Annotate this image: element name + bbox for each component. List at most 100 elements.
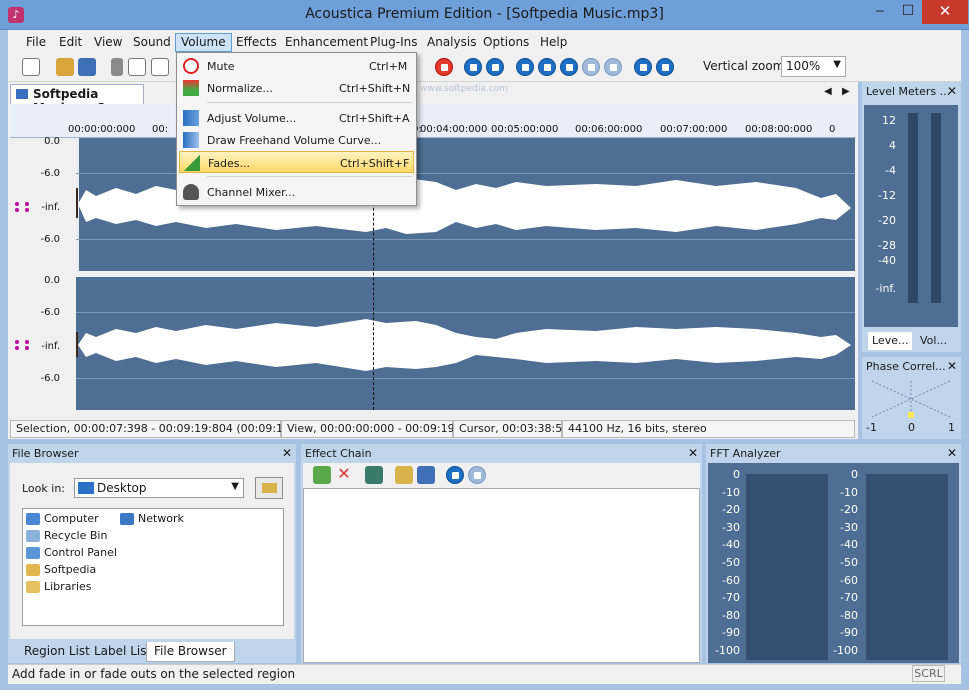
meter-scale-label: 12: [882, 114, 896, 127]
play-icon[interactable]: [516, 58, 534, 76]
remove-effect-icon[interactable]: ✕: [335, 466, 353, 484]
list-item[interactable]: Computer: [26, 512, 99, 525]
stop-chain-icon[interactable]: [468, 466, 486, 484]
db-label: -6.0: [40, 307, 60, 318]
waveform-icon: [16, 89, 28, 99]
close-button[interactable]: ✕: [922, 0, 968, 24]
recycle-bin-icon: [26, 530, 40, 542]
vertical-zoom-select[interactable]: 100% ▼: [781, 56, 846, 77]
ruler-label: 0: [829, 124, 836, 135]
go-to-start-icon[interactable]: [464, 58, 482, 76]
mute-icon: [183, 58, 199, 74]
fft-scale-label: -50: [840, 556, 858, 569]
up-folder-button[interactable]: [255, 477, 283, 499]
close-icon[interactable]: ✕: [947, 359, 957, 373]
tab-file-browser[interactable]: File Browser: [146, 642, 235, 662]
fft-scale-label: 0: [733, 468, 740, 481]
db-label: -6.0: [40, 373, 60, 384]
open-folder-icon[interactable]: [56, 58, 74, 76]
menu-plugins[interactable]: Plug-Ins: [364, 33, 424, 52]
menu-help[interactable]: Help: [534, 33, 573, 52]
ruler-label: 00:08:00:000: [745, 124, 813, 135]
menu-file[interactable]: File: [20, 33, 52, 52]
db-label: -6.0: [40, 234, 60, 245]
volume-curve-icon: [183, 132, 199, 148]
save-chain-icon[interactable]: [417, 466, 435, 484]
menu-item-adjust-volume[interactable]: Adjust Volume... Ctrl+Shift+A: [179, 107, 414, 129]
folder-up-icon: [262, 483, 277, 493]
document-tab[interactable]: Softpedia Music.mp3: [10, 84, 144, 115]
record-icon[interactable]: [435, 58, 453, 76]
fft-scale-label: -100: [715, 644, 740, 657]
close-icon[interactable]: ✕: [282, 446, 292, 460]
list-item[interactable]: Recycle Bin: [26, 529, 107, 542]
menu-effects[interactable]: Effects: [230, 33, 283, 52]
fft-scale-label: -30: [840, 520, 858, 534]
format-info: 44100 Hz, 16 bits, stereo: [562, 420, 855, 438]
close-icon[interactable]: ✕: [947, 446, 957, 460]
move-effect-icon[interactable]: [365, 466, 383, 484]
menu-item-fades[interactable]: Fades... Ctrl+Shift+F: [179, 151, 414, 173]
list-item[interactable]: Libraries: [26, 580, 92, 593]
close-icon[interactable]: ✕: [947, 84, 957, 98]
paste-icon[interactable]: [151, 58, 169, 76]
file-list[interactable]: Computer Network Recycle Bin Control Pan…: [22, 508, 284, 626]
open-chain-icon[interactable]: [395, 466, 413, 484]
maximize-button[interactable]: ☐: [892, 0, 924, 24]
channel-mixer-icon: [183, 184, 199, 200]
menu-item-volume-curve[interactable]: Draw Freehand Volume Curve...: [179, 129, 414, 151]
menu-item-channel-mixer[interactable]: Channel Mixer...: [179, 181, 414, 203]
close-icon[interactable]: ✕: [688, 446, 698, 460]
meter-scale-label: -40: [878, 254, 896, 267]
tab-scroll-left-icon[interactable]: ◀: [824, 86, 832, 97]
effect-chain-list[interactable]: [303, 488, 700, 663]
menu-analysis[interactable]: Analysis: [421, 33, 482, 52]
menu-options[interactable]: Options: [477, 33, 535, 52]
menu-sound[interactable]: Sound: [127, 33, 177, 52]
save-icon[interactable]: [78, 58, 96, 76]
list-item[interactable]: Softpedia: [26, 563, 96, 576]
scroll-lock-indicator: SCRL: [912, 665, 945, 682]
waveform-channel-right[interactable]: [76, 277, 855, 410]
menu-volume[interactable]: Volume: [175, 33, 232, 52]
menu-enhancement[interactable]: Enhancement: [279, 33, 374, 52]
menu-edit[interactable]: Edit: [53, 33, 88, 52]
channel-grip-icon[interactable]: [15, 340, 29, 350]
fft-scale-label: -10: [840, 485, 858, 499]
fft-scale-label: -80: [840, 608, 858, 622]
menu-item-mute[interactable]: Mute Ctrl+M: [179, 55, 414, 77]
menu-item-normalize[interactable]: Normalize... Ctrl+Shift+N: [179, 77, 414, 99]
loop-icon[interactable]: [560, 58, 578, 76]
list-item[interactable]: Control Panel: [26, 546, 117, 559]
copy-icon[interactable]: [128, 58, 146, 76]
level-meters-display: 12 4 -4 -12 -20 -28 -40 -inf.: [864, 105, 958, 327]
fft-spectrum-left: [746, 474, 828, 660]
play-chain-icon[interactable]: [446, 466, 464, 484]
cut-icon[interactable]: [111, 58, 123, 76]
look-in-label: Look in:: [22, 482, 65, 495]
fft-scale-label: -40: [840, 538, 858, 552]
channel-grip-icon[interactable]: [15, 202, 29, 212]
tab-scroll-right-icon[interactable]: ▶: [842, 86, 850, 97]
play-selection-icon[interactable]: [538, 58, 556, 76]
go-to-end-icon[interactable]: [656, 58, 674, 76]
look-in-select[interactable]: Desktop ▼: [74, 478, 244, 498]
pause-icon[interactable]: [604, 58, 622, 76]
tab-level-meters[interactable]: Leve...: [868, 332, 913, 350]
menu-view[interactable]: View: [88, 33, 128, 52]
tab-volume[interactable]: Vol...: [916, 332, 951, 350]
new-file-icon[interactable]: [22, 58, 40, 76]
add-effect-icon[interactable]: [313, 466, 331, 484]
fast-forward-icon[interactable]: [634, 58, 652, 76]
phase-label: 1: [948, 421, 955, 434]
stop-icon[interactable]: [582, 58, 600, 76]
list-item[interactable]: Network: [120, 512, 184, 525]
fft-scale-label: -100: [833, 644, 858, 657]
db-label: 0.0: [44, 275, 60, 286]
folder-icon: [26, 564, 40, 576]
time-ruler[interactable]: 00:00:00:000 00: 0: 00:04:00:000 00:05:0…: [10, 104, 856, 138]
app-icon[interactable]: ♪: [8, 7, 24, 23]
rewind-icon[interactable]: [486, 58, 504, 76]
tab-region-list[interactable]: Region List: [17, 642, 97, 662]
meter-scale-label: -4: [885, 164, 896, 177]
